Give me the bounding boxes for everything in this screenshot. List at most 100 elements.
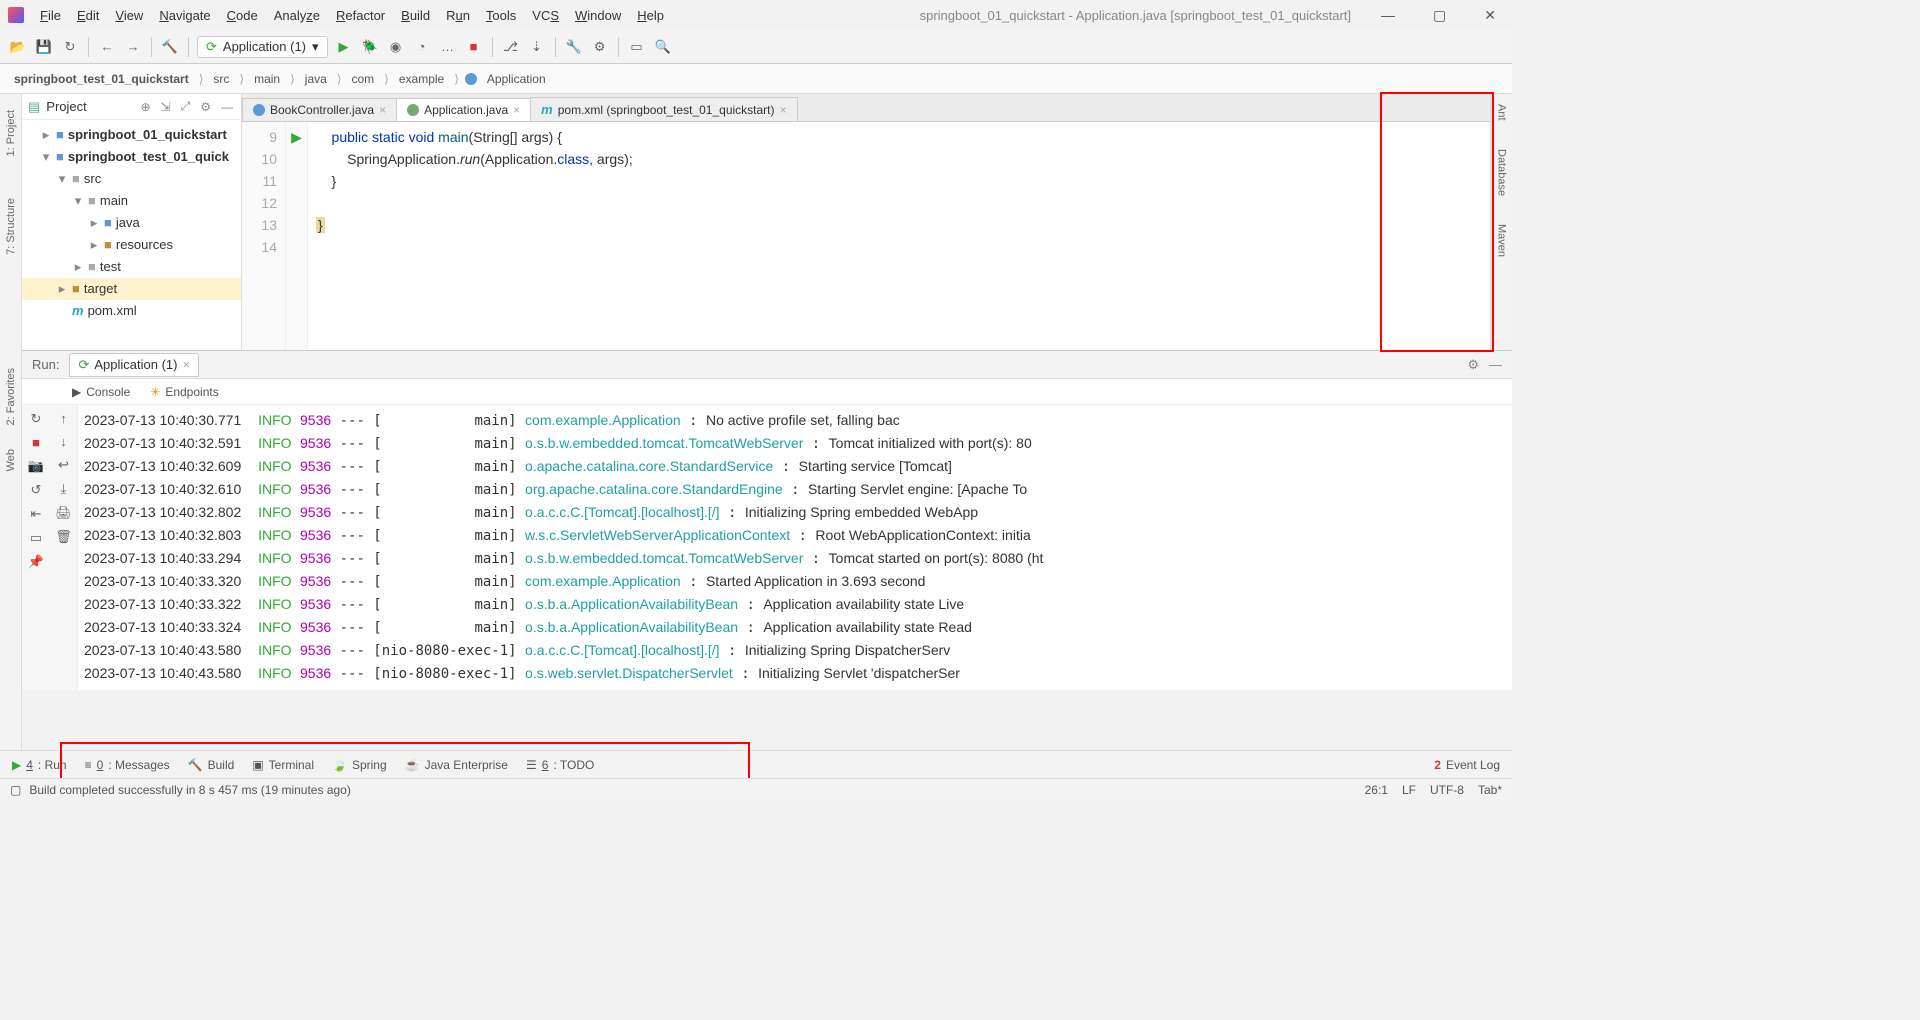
- gear-icon[interactable]: ⚙: [590, 37, 610, 57]
- breadcrumb-item[interactable]: Application: [483, 70, 550, 88]
- layout-icon[interactable]: ▭: [30, 530, 42, 546]
- tree-row-selected[interactable]: ▸■target: [22, 278, 241, 300]
- tab-todo[interactable]: ☰ 6: TODO: [526, 758, 594, 772]
- console-output[interactable]: 2023-07-13 10:40:30.771 INFO 9536 --- [ …: [78, 405, 1512, 690]
- debug-icon[interactable]: 🪲: [360, 37, 380, 57]
- tree-row[interactable]: ▾■springboot_test_01_quick: [22, 146, 241, 168]
- tree-row[interactable]: ▸■java: [22, 212, 241, 234]
- rerun-icon[interactable]: ↻: [31, 411, 42, 427]
- code-lines[interactable]: public static void main(String[] args) {…: [308, 122, 1512, 350]
- tree-row[interactable]: ▾■src: [22, 168, 241, 190]
- menu-navigate[interactable]: Navigate: [153, 6, 216, 25]
- toolwindow-toggle-icon[interactable]: ▢: [10, 783, 21, 797]
- run-tab[interactable]: ⟳Application (1)×: [69, 353, 199, 377]
- close-tab-icon[interactable]: ×: [780, 103, 787, 117]
- editor-tab[interactable]: BookController.java×: [242, 98, 397, 121]
- build-icon[interactable]: 🔨: [160, 37, 180, 57]
- print-icon[interactable]: 🖨: [55, 505, 72, 521]
- tab-ant[interactable]: Ant: [1494, 100, 1510, 125]
- breadcrumb-item[interactable]: example: [395, 70, 448, 88]
- search-everywhere-icon[interactable]: 🔍: [653, 37, 673, 57]
- run-gutter-icon[interactable]: ▶: [286, 126, 307, 148]
- up-icon[interactable]: ↑: [60, 411, 67, 426]
- open-icon[interactable]: 📂: [8, 37, 28, 57]
- run-config-selector[interactable]: ⟳ Application (1) ▾: [197, 36, 328, 58]
- breadcrumb-item[interactable]: com: [348, 70, 379, 88]
- endpoints-tab[interactable]: ✳Endpoints: [150, 385, 218, 399]
- tab-database[interactable]: Database: [1494, 145, 1510, 200]
- profile-icon[interactable]: ◔: [412, 37, 432, 57]
- tab-structure[interactable]: 7: Structure: [3, 192, 19, 261]
- breadcrumb-item[interactable]: java: [301, 70, 331, 88]
- scroll-icon[interactable]: ⤓: [61, 481, 67, 497]
- layout-icon[interactable]: ▭: [627, 37, 647, 57]
- menu-file[interactable]: File: [34, 6, 67, 25]
- tab-run[interactable]: ▶4: 4: RunRun: [12, 758, 67, 772]
- tree-row[interactable]: ▸■test: [22, 256, 241, 278]
- breadcrumb-item[interactable]: main: [250, 70, 284, 88]
- close-tab-icon[interactable]: ×: [182, 357, 190, 372]
- update-icon[interactable]: ⇣: [527, 37, 547, 57]
- attach-icon[interactable]: …: [438, 37, 458, 57]
- tab-messages[interactable]: ≡ 0: Messages: [85, 758, 170, 772]
- menu-build[interactable]: Build: [395, 6, 436, 25]
- tree-row[interactable]: ▸■springboot_01_quickstart: [22, 124, 241, 146]
- editor-tab[interactable]: mpom.xml (springboot_test_01_quickstart)…: [530, 97, 797, 121]
- editor-tab-active[interactable]: Application.java×: [396, 98, 531, 121]
- hide-icon[interactable]: —: [1489, 357, 1502, 372]
- down-icon[interactable]: ↓: [60, 434, 67, 449]
- gear-icon[interactable]: ⚙: [1467, 357, 1479, 373]
- wrench-icon[interactable]: 🔧: [564, 37, 584, 57]
- tree-row[interactable]: ▸■resources: [22, 234, 241, 256]
- collapse-icon[interactable]: ⤢: [179, 99, 193, 114]
- stop-icon[interactable]: ■: [464, 37, 484, 57]
- close-tab-icon[interactable]: ×: [379, 103, 386, 117]
- reload-icon[interactable]: ↻: [60, 37, 80, 57]
- project-tree[interactable]: ▸■springboot_01_quickstart ▾■springboot_…: [22, 120, 241, 326]
- back-icon[interactable]: ←: [97, 37, 117, 57]
- menu-edit[interactable]: Edit: [71, 6, 105, 25]
- code-area[interactable]: 91011121314 ▶ public static void main(St…: [242, 122, 1512, 350]
- breadcrumb-item[interactable]: src: [209, 70, 233, 88]
- minimize-icon[interactable]: —: [1373, 7, 1403, 23]
- vcs-icon[interactable]: ⎇: [501, 37, 521, 57]
- breadcrumb-item[interactable]: springboot_test_01_quickstart: [10, 70, 193, 88]
- tab-maven[interactable]: Maven: [1494, 220, 1510, 261]
- tree-row[interactable]: mpom.xml: [22, 300, 241, 322]
- save-icon[interactable]: 💾: [34, 37, 54, 57]
- tab-favorites[interactable]: 2: Favorites: [5, 368, 17, 425]
- wrap-icon[interactable]: ↩: [58, 457, 69, 473]
- menu-analyze[interactable]: Analyze: [268, 6, 326, 25]
- tab-build[interactable]: 🔨 Build: [188, 758, 235, 772]
- tab-web[interactable]: Web: [5, 449, 17, 471]
- menu-tools[interactable]: Tools: [480, 6, 522, 25]
- tab-spring[interactable]: 🍃 Spring: [332, 758, 387, 772]
- hide-icon[interactable]: —: [219, 100, 235, 114]
- tree-row[interactable]: ▾■main: [22, 190, 241, 212]
- exit-icon[interactable]: ⇤: [31, 506, 42, 522]
- line-ending[interactable]: LF: [1402, 783, 1416, 797]
- encoding[interactable]: UTF-8: [1430, 783, 1464, 797]
- close-tab-icon[interactable]: ×: [513, 103, 520, 117]
- forward-icon[interactable]: →: [123, 37, 143, 57]
- gear-icon[interactable]: ⚙: [198, 100, 213, 114]
- stop-icon[interactable]: ■: [32, 435, 40, 450]
- tab-project[interactable]: 1: Project: [3, 104, 19, 162]
- menu-vcs[interactable]: VCS: [526, 6, 565, 25]
- close-icon[interactable]: ✕: [1476, 7, 1504, 24]
- event-log[interactable]: 2 Event Log: [1434, 758, 1500, 772]
- menu-view[interactable]: View: [109, 6, 149, 25]
- tab-terminal[interactable]: ▣ Terminal: [252, 758, 314, 772]
- menu-window[interactable]: Window: [569, 6, 627, 25]
- indent[interactable]: Tab*: [1478, 783, 1502, 797]
- camera-icon[interactable]: 📷: [28, 458, 44, 474]
- caret-position[interactable]: 26:1: [1365, 783, 1388, 797]
- console-tab[interactable]: ▶Console: [72, 385, 130, 399]
- target-icon[interactable]: ⊕: [139, 100, 153, 114]
- maximize-icon[interactable]: ▢: [1425, 7, 1454, 24]
- menu-code[interactable]: Code: [221, 6, 264, 25]
- coverage-icon[interactable]: ◉: [386, 37, 406, 57]
- expand-icon[interactable]: ⇲: [159, 100, 173, 114]
- run-icon[interactable]: ▶: [334, 37, 354, 57]
- menu-refactor[interactable]: Refactor: [330, 6, 391, 25]
